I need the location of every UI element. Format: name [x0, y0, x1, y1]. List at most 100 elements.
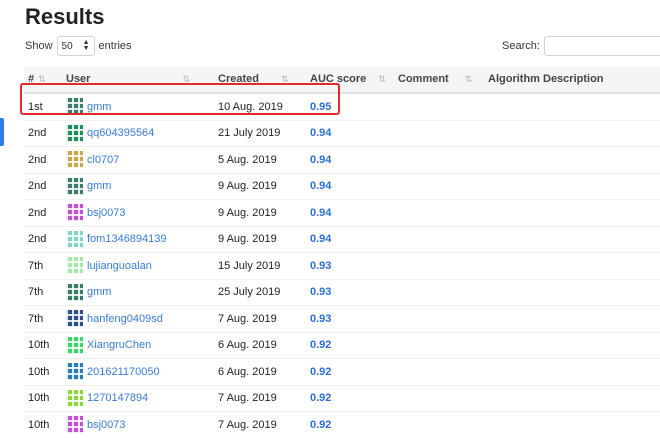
user-avatar-icon[interactable] — [66, 416, 83, 434]
algorithm-description-cell — [484, 358, 660, 385]
user-avatar-icon[interactable] — [66, 204, 83, 222]
sort-icon: ⇅ — [378, 74, 386, 84]
user-link[interactable]: XiangruChen — [87, 339, 151, 351]
length-control: Show 50 ▲ ▼ entries — [25, 36, 132, 56]
results-table: # ⇅ User ⇅ Created ⇅ AUC score ⇅ Comment ⇅ Al… — [24, 66, 660, 438]
column-header-created[interactable]: Created ⇅ — [214, 66, 306, 94]
user-avatar-icon[interactable] — [66, 177, 83, 195]
user-link[interactable]: cl0707 — [87, 154, 119, 166]
comment-cell — [394, 146, 484, 173]
user-avatar-icon[interactable] — [66, 310, 83, 328]
created-cell: 6 Aug. 2019 — [214, 331, 306, 359]
user-link[interactable]: gmm — [87, 101, 111, 113]
user-link[interactable]: lujianguoalan — [87, 260, 152, 272]
show-label: Show — [25, 40, 53, 52]
algorithm-description-cell — [484, 252, 660, 279]
comment-cell — [394, 92, 484, 120]
user-avatar-icon[interactable] — [66, 363, 83, 381]
entries-select[interactable]: 50 ▲ ▼ — [56, 36, 95, 56]
comment-cell — [394, 252, 484, 279]
algorithm-description-cell — [484, 92, 660, 120]
algorithm-description-cell — [484, 199, 660, 226]
table-row: 10th 1270147894 7 Aug. 2019 0.92 — [24, 384, 660, 412]
user-avatar-icon[interactable] — [66, 283, 83, 301]
score-cell: 0.94 — [306, 119, 394, 147]
created-cell: 9 Aug. 2019 — [214, 225, 306, 253]
sort-icon: ⇅ — [38, 74, 46, 84]
score-cell: 0.93 — [306, 252, 394, 279]
user-avatar-icon[interactable] — [66, 257, 83, 275]
user-cell: 201621170050 — [62, 358, 214, 385]
table-row: 2nd cl0707 5 Aug. 2019 0.94 — [24, 146, 660, 173]
created-cell: 15 July 2019 — [214, 252, 306, 279]
rank-cell: 7th — [24, 252, 62, 279]
rank-cell: 2nd — [24, 172, 62, 200]
user-avatar-icon[interactable] — [66, 336, 83, 354]
algorithm-description-cell — [484, 305, 660, 332]
rank-cell: 2nd — [24, 199, 62, 226]
user-avatar-icon[interactable] — [66, 230, 83, 248]
column-header-auc-score[interactable]: AUC score ⇅ — [306, 66, 394, 94]
rank-cell: 2nd — [24, 146, 62, 173]
user-avatar-icon[interactable] — [66, 98, 83, 116]
user-link[interactable]: bsj0073 — [87, 207, 126, 219]
score-cell: 0.92 — [306, 411, 394, 438]
comment-cell — [394, 225, 484, 253]
user-link[interactable]: bsj0073 — [87, 419, 126, 431]
column-header-comment[interactable]: Comment ⇅ — [394, 66, 484, 94]
user-cell: 1270147894 — [62, 384, 214, 412]
user-avatar-icon[interactable] — [66, 151, 83, 169]
column-header-algorithm-description[interactable]: Algorithm Description — [484, 66, 660, 94]
rank-cell: 7th — [24, 305, 62, 332]
user-link[interactable]: gmm — [87, 286, 111, 298]
rank-cell: 10th — [24, 411, 62, 438]
column-header-rank[interactable]: # ⇅ — [24, 66, 62, 94]
created-cell: 10 Aug. 2019 — [214, 92, 306, 120]
user-link[interactable]: fom1346894139 — [87, 233, 167, 245]
table-row: 10th bsj0073 7 Aug. 2019 0.92 — [24, 411, 660, 438]
column-header-user[interactable]: User ⇅ — [62, 66, 214, 94]
user-link[interactable]: 201621170050 — [87, 366, 160, 378]
rank-cell: 10th — [24, 384, 62, 412]
table-row: 10th XiangruChen 6 Aug. 2019 0.92 — [24, 331, 660, 359]
score-cell: 0.92 — [306, 358, 394, 385]
user-avatar-icon[interactable] — [66, 389, 83, 407]
comment-cell — [394, 331, 484, 359]
score-cell: 0.93 — [306, 305, 394, 332]
score-cell: 0.92 — [306, 331, 394, 359]
user-link[interactable]: gmm — [87, 180, 111, 192]
sort-icon: ⇅ — [464, 74, 473, 84]
score-cell: 0.94 — [306, 146, 394, 173]
table-row: 2nd fom1346894139 9 Aug. 2019 0.94 — [24, 225, 660, 253]
user-cell: gmm — [62, 278, 214, 306]
user-link[interactable]: hanfeng0409sd — [87, 313, 163, 325]
rank-cell: 7th — [24, 278, 62, 306]
table-row: 1st gmm 10 Aug. 2019 0.95 — [24, 92, 660, 120]
table-row: 10th 201621170050 6 Aug. 2019 0.92 — [24, 358, 660, 385]
user-cell: qq604395564 — [62, 119, 214, 147]
algorithm-description-cell — [484, 384, 660, 412]
search-label: Search: — [502, 40, 540, 52]
user-link[interactable]: qq604395564 — [87, 127, 154, 139]
score-cell: 0.94 — [306, 199, 394, 226]
comment-cell — [394, 119, 484, 147]
user-avatar-icon[interactable] — [66, 124, 83, 142]
sort-icon: ⇅ — [280, 74, 289, 84]
table-row: 2nd gmm 9 Aug. 2019 0.94 — [24, 172, 660, 200]
score-cell: 0.93 — [306, 278, 394, 306]
entries-label: entries — [98, 40, 132, 52]
comment-cell — [394, 305, 484, 332]
user-link[interactable]: 1270147894 — [87, 392, 148, 404]
user-cell: gmm — [62, 172, 214, 200]
algorithm-description-cell — [484, 119, 660, 147]
comment-cell — [394, 384, 484, 412]
user-cell: gmm — [62, 92, 214, 120]
select-arrows-icon: ▲ ▼ — [82, 39, 90, 52]
algorithm-description-cell — [484, 331, 660, 359]
algorithm-description-cell — [484, 225, 660, 253]
created-cell: 7 Aug. 2019 — [214, 411, 306, 438]
comment-cell — [394, 358, 484, 385]
search-input[interactable] — [543, 36, 660, 56]
comment-cell — [394, 278, 484, 306]
algorithm-description-cell — [484, 172, 660, 200]
